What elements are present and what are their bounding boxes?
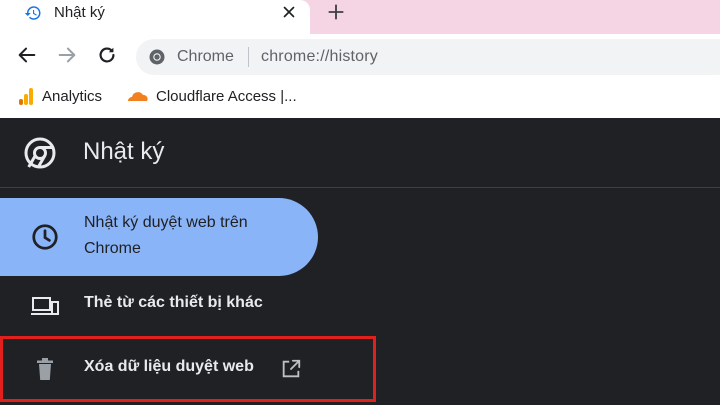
devices-icon: [31, 297, 59, 315]
clock-icon: [32, 224, 58, 250]
analytics-bars-icon: [19, 88, 33, 105]
omnibox-separator: [248, 47, 249, 67]
sidebar-item-label: Nhật ký duyệt web trên Chrome: [84, 214, 248, 257]
tab-title: Nhật ký: [54, 4, 105, 21]
page-title: Nhật ký: [83, 138, 165, 165]
cloudflare-icon: [128, 92, 148, 101]
bookmark-analytics[interactable]: Analytics: [18, 86, 102, 106]
omnibox[interactable]: Chrome chrome://history: [136, 39, 720, 75]
omnibox-url[interactable]: chrome://history: [261, 48, 378, 66]
history-icon: [24, 6, 41, 20]
tab-history[interactable]: Nhật ký: [0, 0, 310, 34]
arrow-left-icon[interactable]: [16, 44, 38, 66]
sidebar-item-clear-browsing-data[interactable]: Xóa dữ liệu duyệt web: [0, 336, 376, 402]
sidebar-item-chrome-history[interactable]: Nhật ký duyệt web trên Chrome: [0, 198, 318, 276]
reload-icon[interactable]: [96, 44, 118, 66]
page-header: Nhật ký: [0, 118, 720, 188]
omnibox-chip: Chrome: [177, 48, 234, 65]
sidebar-item-label: Thẻ từ các thiết bị khác: [84, 294, 263, 311]
bookmarks-bar: Analytics Cloudflare Access |...: [0, 78, 720, 118]
chrome-logo-icon: [24, 137, 56, 169]
sidebar-item-other-devices[interactable]: Thẻ từ các thiết bị khác: [0, 284, 318, 328]
trash-icon: [37, 358, 53, 380]
arrow-right-icon[interactable]: [56, 44, 78, 66]
tab-strip: Nhật ký: [0, 0, 720, 34]
close-icon[interactable]: [280, 3, 298, 21]
bookmark-cloudflare[interactable]: Cloudflare Access |...: [126, 86, 297, 106]
history-page: Nhật ký Nhật ký duyệt web trên Chrome Th…: [0, 118, 720, 405]
sidebar-item-label: Xóa dữ liệu duyệt web: [84, 358, 254, 375]
chrome-icon: [149, 49, 165, 65]
plus-icon[interactable]: [326, 2, 346, 22]
open-in-new-icon: [282, 359, 301, 378]
toolbar: Chrome chrome://history: [0, 34, 720, 78]
